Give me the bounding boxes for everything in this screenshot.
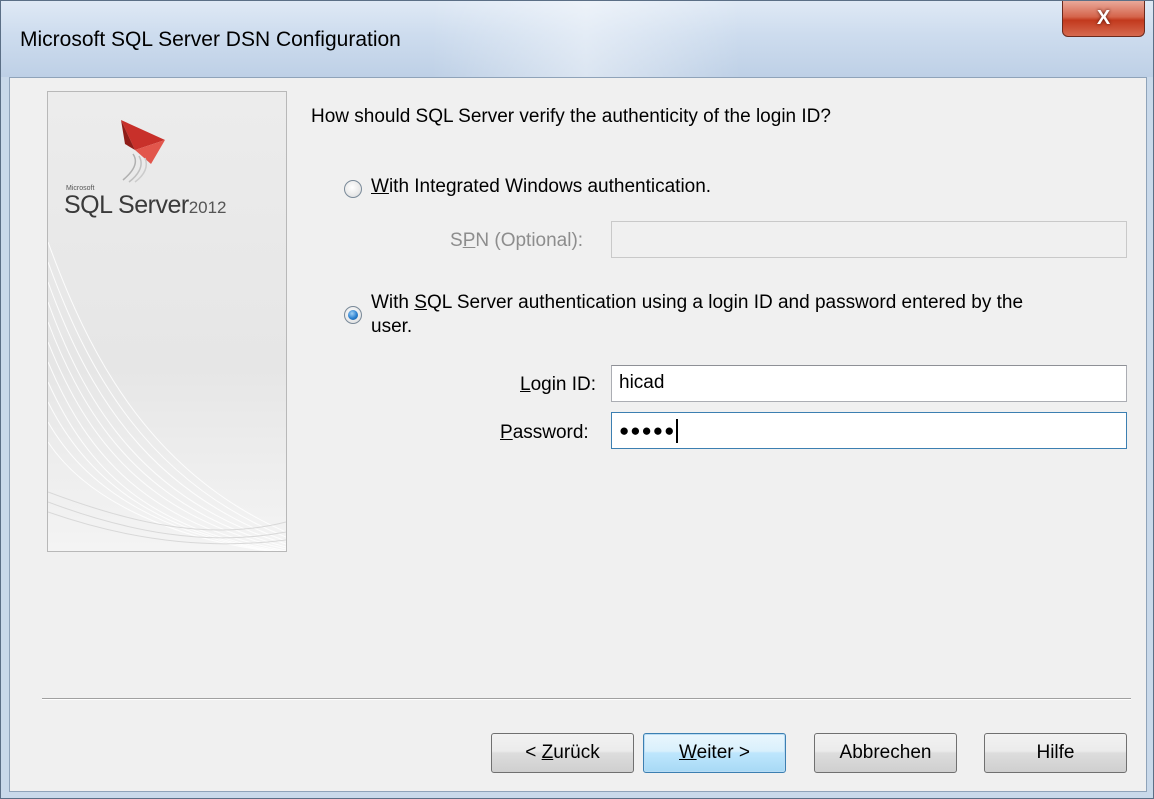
next-button-rest: eiter > (696, 742, 750, 763)
password-mnemonic: P (500, 422, 513, 443)
text-caret (676, 419, 679, 443)
password-input[interactable]: ●●●●● (611, 412, 1127, 449)
spn-label-pre: S (450, 230, 463, 251)
sql-auth-label-line2: user. (371, 316, 413, 337)
help-button-label: Hilfe (1036, 742, 1075, 763)
spn-label: SPN (Optional): (450, 230, 583, 252)
next-button-mnemonic: W (679, 742, 697, 763)
radio-windows-auth[interactable] (344, 180, 362, 198)
password-label-post: assword: (512, 422, 589, 443)
spn-mnemonic: P (462, 230, 476, 251)
cancel-button-label: Abbrechen (839, 742, 932, 763)
sql-auth-label[interactable]: With SQL Server authentication using a l… (371, 291, 1023, 339)
windows-auth-label-post: ith Integrated Windows authentication. (388, 176, 712, 197)
back-button[interactable]: < Zurück (491, 733, 634, 773)
spn-input[interactable] (611, 221, 1127, 258)
close-button[interactable]: X (1062, 1, 1145, 37)
back-button-mnemonic: Z (541, 742, 554, 763)
login-id-input[interactable]: hicad (611, 365, 1127, 402)
password-dots: ●●●●● (619, 421, 676, 441)
windows-auth-mnemonic: W (371, 176, 389, 197)
login-id-label: Login ID: (520, 374, 596, 396)
sql-auth-label-pre: With (371, 292, 415, 313)
button-separator (42, 698, 1131, 700)
sql-server-banner: Microsoft SQL Server2012 (47, 91, 287, 552)
dsn-config-window: Microsoft SQL Server DSN Configuration X (0, 0, 1154, 799)
window-title: Microsoft SQL Server DSN Configuration (20, 28, 401, 51)
sql-auth-label-post: QL Server authentication using a login I… (426, 292, 1024, 313)
title-bar-glow (431, 1, 741, 77)
sql-auth-mnemonic: S (414, 292, 427, 313)
back-button-prefix: < (525, 742, 542, 763)
windows-auth-label[interactable]: With Integrated Windows authentication. (371, 176, 711, 198)
product-name: SQL Server2012 (64, 191, 227, 220)
cancel-button[interactable]: Abbrechen (814, 733, 957, 773)
help-button[interactable]: Hilfe (984, 733, 1127, 773)
spn-label-post: N (Optional): (475, 230, 584, 251)
login-id-label-post: ogin ID: (530, 374, 597, 395)
sql-server-logo-icon (121, 120, 165, 183)
title-bar[interactable]: Microsoft SQL Server DSN Configuration X (1, 1, 1153, 77)
password-label: Password: (500, 422, 589, 444)
login-id-mnemonic: L (520, 374, 531, 395)
dialog-client-area: Microsoft SQL Server2012 How should SQL … (9, 77, 1147, 792)
next-button[interactable]: Weiter > (643, 733, 786, 773)
auth-question: How should SQL Server verify the authent… (311, 106, 831, 127)
product-title: SQL Server (64, 191, 189, 219)
radio-sql-auth[interactable] (344, 306, 362, 324)
product-year: 2012 (188, 198, 227, 217)
back-button-rest: urück (553, 742, 600, 763)
close-icon: X (1096, 7, 1111, 29)
